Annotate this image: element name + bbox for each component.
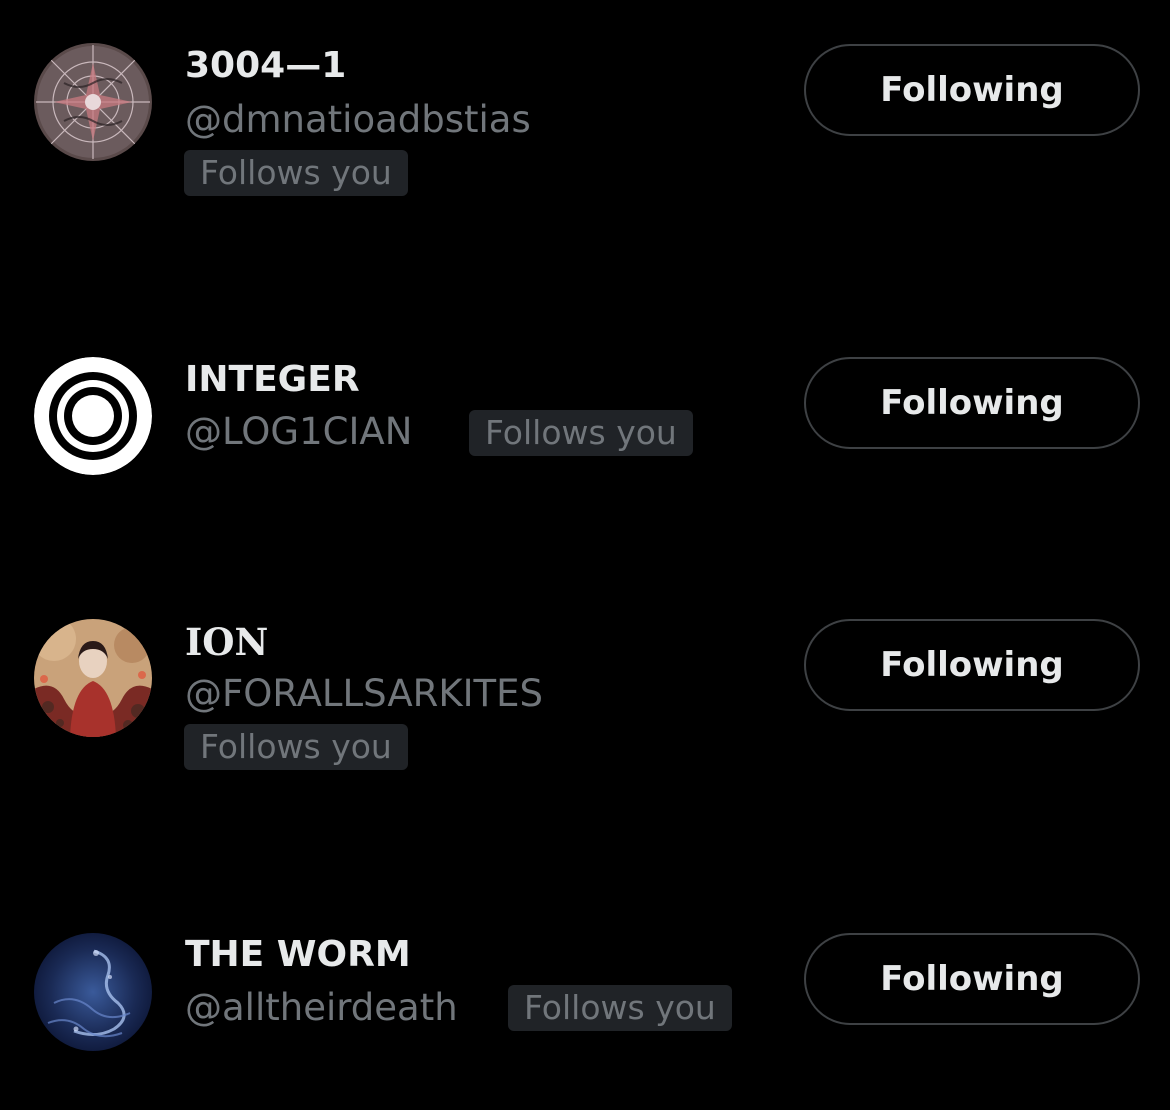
user-row[interactable]: THE WORM @alltheirdeath Follows you Foll…: [0, 889, 1170, 1051]
following-button[interactable]: Following: [804, 933, 1140, 1025]
following-button[interactable]: Following: [804, 357, 1140, 449]
user-handle: @FORALLSARKITES: [185, 672, 543, 715]
display-name: THE WORM: [185, 934, 411, 975]
user-row[interactable]: 3004—1 @dmnatioadbstias Follows you Foll…: [0, 0, 1170, 196]
follows-you-badge: Follows you: [469, 410, 693, 456]
concentric-circles-avatar-icon[interactable]: [34, 357, 152, 475]
blue-wave-avatar-icon[interactable]: [34, 933, 152, 1051]
display-name: ION: [185, 620, 269, 664]
sigil-avatar-icon[interactable]: [34, 43, 152, 161]
follows-you-badge: Follows you: [184, 150, 408, 196]
display-name: INTEGER: [185, 359, 360, 400]
user-row[interactable]: ION @FORALLSARKITES Follows you Followin…: [0, 576, 1170, 770]
user-handle: @dmnatioadbstias: [185, 98, 531, 141]
display-name: 3004—1: [185, 45, 347, 86]
user-row[interactable]: INTEGER @LOG1CIAN Follows you Following: [0, 313, 1170, 475]
user-handle: @alltheirdeath: [185, 986, 458, 1029]
following-button[interactable]: Following: [804, 44, 1140, 136]
follows-you-badge: Follows you: [184, 724, 408, 770]
following-button[interactable]: Following: [804, 619, 1140, 711]
illustrated-figure-avatar-icon[interactable]: [34, 619, 152, 737]
user-handle: @LOG1CIAN: [185, 410, 413, 453]
follows-you-badge: Follows you: [508, 985, 732, 1031]
